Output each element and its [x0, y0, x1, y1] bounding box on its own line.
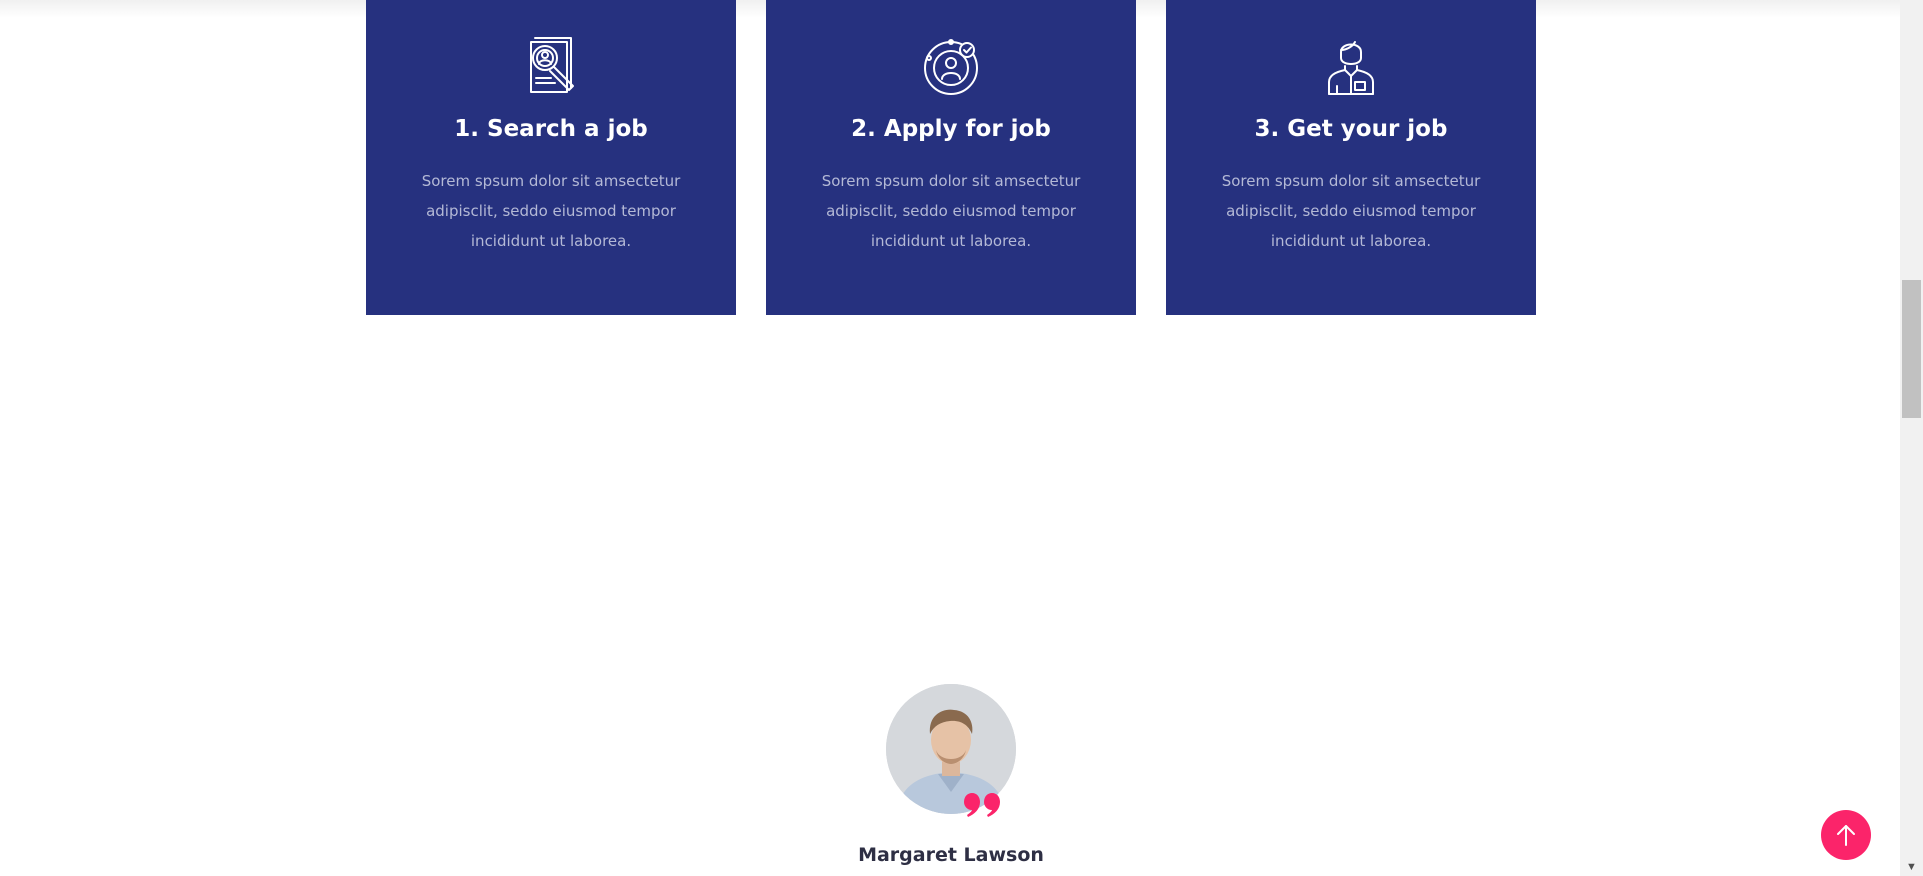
step-title: 3. Get your job: [1254, 116, 1448, 142]
step-description: Sorem spsum dolor sit amsectetur adipisc…: [1221, 172, 1481, 250]
step-title: 1. Search a job: [454, 116, 648, 142]
arrow-up-icon: [1837, 825, 1855, 846]
page: 1. Search a job Sorem spsum dolor sit am…: [0, 0, 1923, 876]
scroll-down-arrow-icon[interactable]: ▼: [1900, 858, 1923, 876]
step-description: Sorem spsum dolor sit amsectetur adipisc…: [821, 172, 1081, 250]
scrollbar-thumb[interactable]: [1902, 280, 1921, 418]
vertical-scrollbar[interactable]: ▼: [1900, 0, 1923, 876]
apply-candidate-icon: [921, 36, 981, 98]
step-card-apply: 2. Apply for job Sorem spsum dolor sit a…: [766, 0, 1136, 315]
step-description: Sorem spsum dolor sit amsectetur adipisc…: [421, 172, 681, 250]
employee-icon: [1321, 36, 1381, 98]
step-title: 2. Apply for job: [851, 116, 1051, 142]
back-to-top-button[interactable]: [1821, 810, 1871, 860]
search-resume-icon: [521, 36, 581, 98]
quote-icon: [962, 792, 1002, 818]
testimonial-author-name: Margaret Lawson: [858, 844, 1044, 866]
how-it-works-steps: 1. Search a job Sorem spsum dolor sit am…: [366, 0, 1536, 315]
step-card-get-job: 3. Get your job Sorem spsum dolor sit am…: [1166, 0, 1536, 315]
testimonial: Margaret Lawson: [0, 684, 1900, 876]
step-card-search: 1. Search a job Sorem spsum dolor sit am…: [366, 0, 736, 315]
